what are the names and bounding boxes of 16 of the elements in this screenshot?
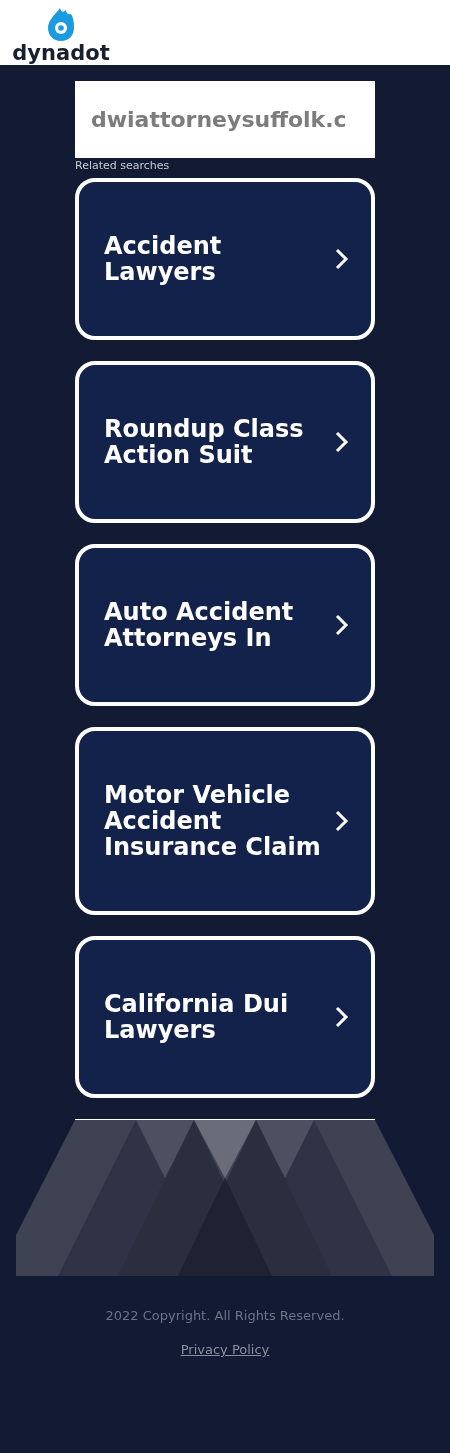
search-link[interactable]: Auto Accident Attorneys In xyxy=(75,544,375,706)
search-link[interactable]: Roundup Class Action Suit xyxy=(75,361,375,523)
logo-text[interactable]: dynadot xyxy=(12,43,110,64)
search-link[interactable]: Accident Lawyers xyxy=(75,178,375,340)
copyright-text: 2022 Copyright. All Rights Reserved. xyxy=(105,1308,345,1324)
search-link[interactable]: Motor Vehicle Accident Insurance Claim xyxy=(75,727,375,915)
chevron-icon xyxy=(335,614,349,636)
domain-name: dwiattorneysuffolk.c xyxy=(91,107,347,132)
chevron-icon xyxy=(335,248,349,270)
chevron-icon xyxy=(335,1006,349,1028)
chevron-icon xyxy=(335,810,349,832)
related-searches-label: Related searches xyxy=(75,159,171,173)
logo-icon xyxy=(47,6,75,42)
privacy-policy-link[interactable]: Privacy Policy xyxy=(180,1342,270,1357)
search-link[interactable]: California Dui Lawyers xyxy=(75,936,375,1098)
chevron-icon xyxy=(335,431,349,453)
